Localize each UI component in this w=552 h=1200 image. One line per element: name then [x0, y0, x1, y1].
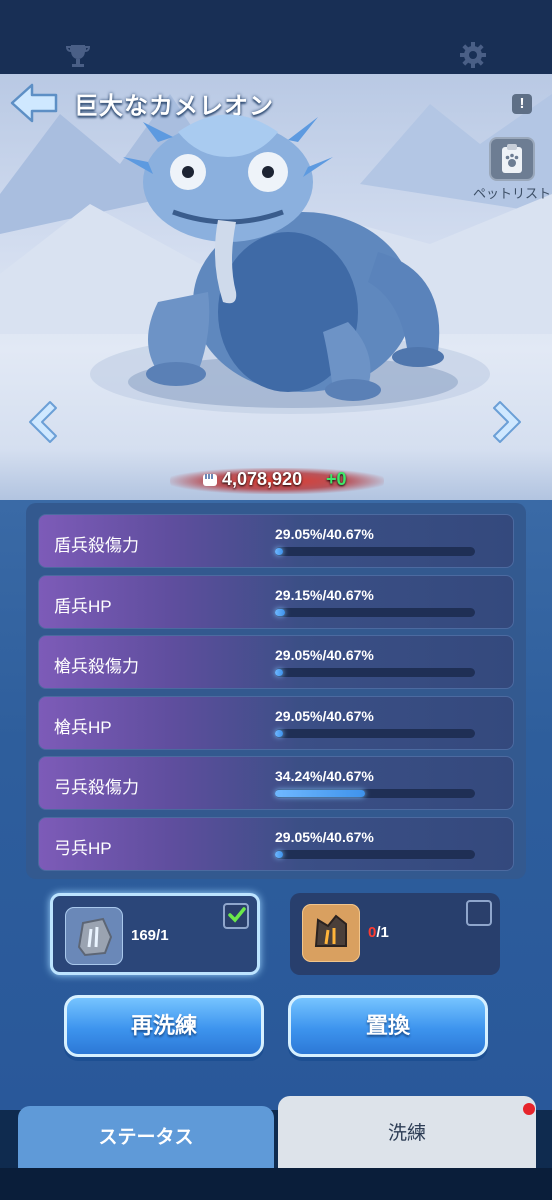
- stat-name: 弓兵HP: [54, 839, 112, 858]
- stat-progress-bar: [275, 547, 475, 556]
- power-display: 4,078,920: [170, 464, 384, 498]
- replace-label: 置換: [365, 1013, 410, 1038]
- stat-value: 29.05%/40.67%: [275, 829, 374, 845]
- tab-refine[interactable]: 洗練: [278, 1096, 536, 1168]
- refine-stone-item-selected[interactable]: 169/1: [50, 893, 260, 975]
- back-button[interactable]: [8, 80, 60, 126]
- stat-row: 盾兵HP 29.15%/40.67%: [38, 575, 514, 629]
- refine-stone-item[interactable]: 0/1: [290, 893, 500, 975]
- stat-progress-fill: [275, 669, 283, 676]
- stat-row: 弓兵HP 29.05%/40.67%: [38, 817, 514, 871]
- stat-value: 29.05%/40.67%: [275, 526, 374, 542]
- tab-status-label: ステータス: [98, 1127, 194, 1148]
- stat-value: 29.15%/40.67%: [275, 587, 374, 603]
- reforge-label: 再洗練: [130, 1013, 197, 1038]
- chevron-left-icon: [29, 401, 57, 443]
- stat-progress-fill: [275, 851, 283, 858]
- next-pet-button[interactable]: [490, 398, 526, 446]
- fist-power-icon: [203, 474, 217, 486]
- clipboard-paw-icon: [502, 144, 522, 173]
- pet-list-label: ペットリスト: [472, 186, 551, 201]
- chameleon-pet-image: [123, 114, 458, 408]
- trophy-icon[interactable]: [64, 42, 92, 70]
- item-count: 169/1: [131, 927, 169, 944]
- gear-icon[interactable]: [458, 40, 488, 70]
- stat-row: 槍兵殺傷力 29.05%/40.67%: [38, 635, 514, 689]
- item-count-need: /1: [376, 924, 389, 941]
- stat-progress-fill: [275, 609, 285, 616]
- stat-progress-bar: [275, 789, 475, 798]
- stat-value: 34.24%/40.67%: [275, 768, 374, 784]
- gray-stone-icon: [65, 907, 123, 965]
- stat-progress-bar: [275, 608, 475, 617]
- info-alert-icon[interactable]: [512, 94, 532, 114]
- stat-progress-bar: [275, 729, 475, 738]
- power-value: 4,078,920: [222, 469, 303, 489]
- top-bar: [0, 0, 552, 74]
- notification-dot: [523, 1103, 535, 1115]
- previous-pet-button[interactable]: [24, 398, 60, 446]
- orange-stone-icon: [302, 904, 360, 962]
- stat-name: 槍兵殺傷力: [54, 657, 139, 676]
- stat-row: 弓兵殺傷力 34.24%/40.67%: [38, 756, 514, 810]
- stat-progress-fill: [275, 548, 283, 555]
- stat-progress-fill: [275, 730, 283, 737]
- tab-status[interactable]: ステータス: [18, 1106, 274, 1170]
- item-checkbox-checked[interactable]: [223, 903, 249, 929]
- stat-value: 29.05%/40.67%: [275, 708, 374, 724]
- checkmark-icon: [228, 907, 246, 923]
- stat-name: 槍兵HP: [54, 718, 112, 737]
- replace-button[interactable]: 置換: [288, 995, 488, 1057]
- stat-row: 槍兵HP 29.05%/40.67%: [38, 696, 514, 750]
- stat-row: 盾兵殺傷力 29.05%/40.67%: [38, 514, 514, 568]
- item-count: 0/1: [368, 924, 389, 941]
- bottom-bar: [0, 1168, 552, 1200]
- item-checkbox[interactable]: [466, 900, 492, 926]
- stat-name: 盾兵殺傷力: [54, 536, 139, 555]
- back-arrow-icon: [10, 83, 58, 123]
- stat-name: 盾兵HP: [54, 597, 112, 616]
- tab-refine-label: 洗練: [387, 1123, 426, 1144]
- stat-progress-bar: [275, 668, 475, 677]
- stat-value: 29.05%/40.67%: [275, 647, 374, 663]
- pet-list-button[interactable]: [489, 137, 535, 181]
- stat-name: 弓兵殺傷力: [54, 778, 139, 797]
- power-delta: +0: [326, 469, 347, 489]
- chevron-right-icon: [493, 401, 521, 443]
- stat-progress-fill: [275, 790, 365, 797]
- reforge-button[interactable]: 再洗練: [64, 995, 264, 1057]
- stat-progress-bar: [275, 850, 475, 859]
